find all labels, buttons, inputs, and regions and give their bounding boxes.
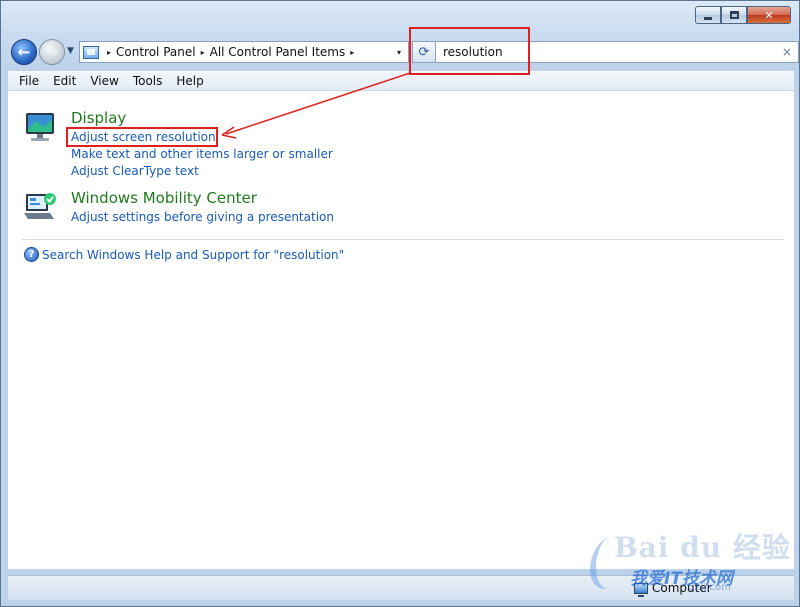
close-icon: ✕ <box>764 8 774 22</box>
caption-controls: ✕ <box>695 6 791 24</box>
menu-help[interactable]: Help <box>169 74 210 88</box>
display-icon <box>26 113 54 141</box>
title-bar: ✕ <box>1 1 799 33</box>
link-make-text-larger[interactable]: Make text and other items larger or smal… <box>71 147 333 161</box>
back-button[interactable]: ← <box>11 39 37 65</box>
search-clear-icon[interactable]: × <box>782 45 792 59</box>
divider <box>22 239 784 240</box>
help-search-link[interactable]: ? Search Windows Help and Support for "r… <box>24 247 344 262</box>
control-panel-icon <box>83 45 99 59</box>
menu-view[interactable]: View <box>83 74 125 88</box>
address-bar[interactable]: ▸ Control Panel ▸ All Control Panel Item… <box>79 41 409 63</box>
address-dropdown-icon[interactable]: ▾ <box>390 48 408 57</box>
annotation-search-highlight <box>409 27 530 75</box>
breadcrumb-control-panel[interactable]: Control Panel <box>116 45 196 59</box>
breadcrumb-separator[interactable]: ▸ <box>350 48 354 57</box>
computer-icon <box>634 582 648 597</box>
menu-file[interactable]: File <box>12 74 46 88</box>
breadcrumb-separator[interactable]: ▸ <box>201 48 205 57</box>
control-panel-window: ✕ ← → ▼ ▸ Control Panel ▸ All Control Pa… <box>0 0 800 607</box>
annotation-link-highlight <box>66 127 218 147</box>
forward-arrow-icon: → <box>45 43 59 61</box>
breadcrumb-separator[interactable]: ▸ <box>107 48 111 57</box>
status-computer-label: Computer <box>652 581 712 595</box>
close-button[interactable]: ✕ <box>747 6 791 24</box>
forward-button[interactable]: → <box>39 39 65 65</box>
help-icon: ? <box>24 247 39 262</box>
help-search-text: Search Windows Help and Support for "res… <box>42 247 345 262</box>
status-computer: Computer <box>634 581 712 597</box>
minimize-button[interactable] <box>695 6 721 24</box>
link-adjust-cleartype[interactable]: Adjust ClearType text <box>71 164 199 178</box>
maximize-icon <box>729 11 739 19</box>
mobility-center-icon <box>24 193 56 219</box>
result-title-display[interactable]: Display <box>71 109 126 127</box>
recent-pages-dropdown[interactable]: ▼ <box>67 46 74 56</box>
results-pane: Display Adjust screen resolution Make te… <box>8 91 794 569</box>
minimize-icon <box>704 16 712 20</box>
menu-tools[interactable]: Tools <box>126 74 170 88</box>
result-title-mobility-center[interactable]: Windows Mobility Center <box>71 189 257 207</box>
back-arrow-icon: ← <box>17 43 31 61</box>
menu-bar: File Edit View Tools Help <box>8 70 794 91</box>
menu-edit[interactable]: Edit <box>46 74 83 88</box>
navigation-row: ← → ▼ ▸ Control Panel ▸ All Control Pane… <box>9 38 799 66</box>
link-adjust-presentation-settings[interactable]: Adjust settings before giving a presenta… <box>71 210 334 224</box>
status-bar: Computer <box>8 575 794 600</box>
maximize-button[interactable] <box>721 6 747 24</box>
breadcrumb-all-items[interactable]: All Control Panel Items <box>210 45 346 59</box>
